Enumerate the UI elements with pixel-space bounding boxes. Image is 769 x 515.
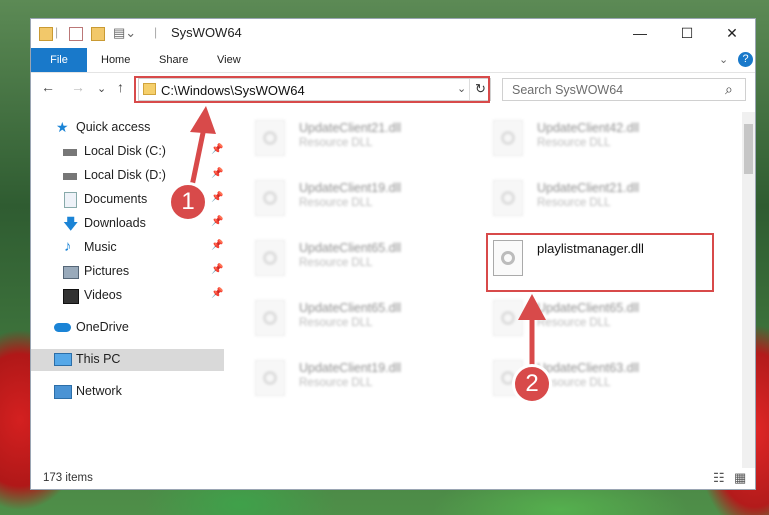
arrow-2-head [518, 294, 546, 320]
step-2-badge: 2 [512, 364, 552, 404]
annotation-arrows [189, 106, 546, 365]
arrow-1-head [190, 106, 216, 134]
step-1-badge: 1 [168, 182, 208, 222]
arrow-1-shaft [189, 127, 207, 187]
